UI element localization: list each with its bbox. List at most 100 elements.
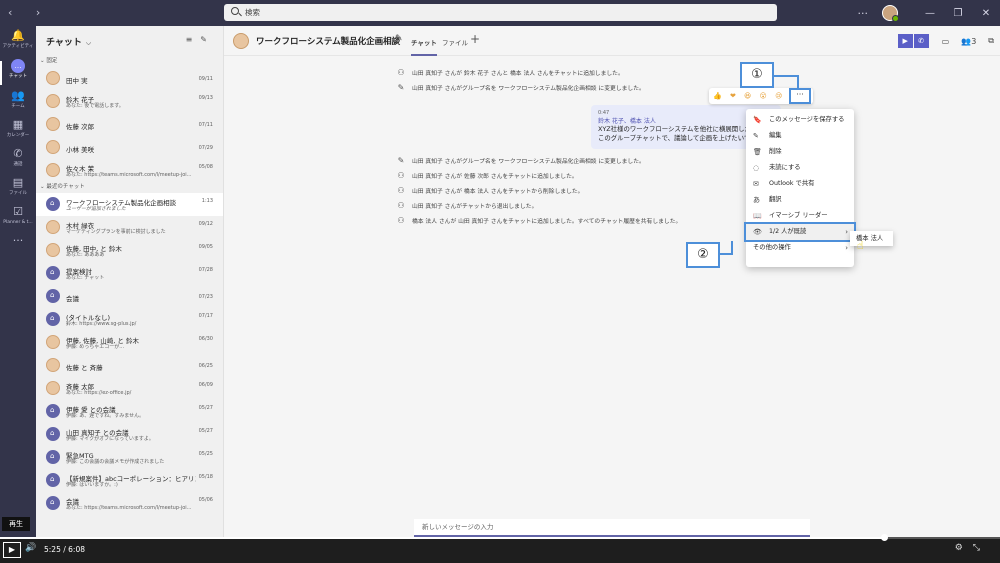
chat-date: 09/13 — [198, 95, 213, 101]
rail-teams[interactable]: 👥 チーム — [0, 89, 36, 117]
menu-edit[interactable]: ✎ 編集 — [746, 128, 854, 144]
chat-date: 07/11 — [198, 122, 213, 128]
video-player-bar: ▶ 🔊 5:25 / 6:08 ⚙⤡ — [0, 534, 1000, 563]
section-pinned[interactable]: ⌄ 固定 — [36, 56, 223, 67]
filter-icon[interactable]: ≡ — [186, 35, 201, 44]
conversation-pane: ワークフローシステム製品化企画相談 ✎ チャット ファイル + ▶ ✆ ▭ 👥3… — [224, 26, 1000, 537]
tab-files[interactable]: ファイル — [442, 37, 468, 47]
chat-list-item[interactable]: 斉藤 太郎 あなた: https://ez-office.jp/06/09 — [36, 377, 223, 400]
search-input[interactable]: 検索 — [224, 4, 777, 21]
chat-list-item[interactable]: 【新規案件】abcコーポレーション：ヒアリン...伊藤: はいいますか。:)05… — [36, 469, 223, 492]
chat-list-item[interactable]: 佐藤, 田中, と 鈴木 あなた: ああああ 09/05 — [36, 239, 223, 262]
exit-fullscreen-icon[interactable]: ⤡ — [973, 543, 990, 553]
chat-list-item[interactable]: 伊藤 愛 との会議伊藤: あ、遅ですね。すみません。05/27 — [36, 400, 223, 423]
menu-mark-unread[interactable]: ◌ 未読にする — [746, 160, 854, 176]
menu-more-actions[interactable]: その他の操作 › — [746, 240, 854, 256]
rail-files[interactable]: ▤ ファイル — [0, 176, 36, 204]
share-screen-icon[interactable]: ▭ — [942, 37, 950, 46]
chat-preview: 伊藤: あ、遅ですね。すみません。 — [66, 413, 145, 419]
chat-list-item[interactable]: 伊藤, 佐藤, 山崎, と 鈴木 伊藤: めっちゃエコーが... 06/30 — [36, 331, 223, 354]
video-call-button[interactable]: ▶ — [897, 34, 913, 48]
chat-list-item[interactable]: 山田 真知子 との会議伊藤: マイクがオフになっていますよ。05/27 — [36, 423, 223, 446]
chat-list-item[interactable]: 佐藤 と 斉藤 06/25 — [36, 354, 223, 377]
avatar — [46, 381, 60, 395]
search-placeholder: 検索 — [245, 8, 260, 17]
rename-pencil-icon[interactable]: ✎ — [395, 34, 403, 44]
audio-call-button[interactable]: ✆ — [913, 34, 929, 48]
avatar — [46, 94, 60, 108]
progress-knob[interactable] — [881, 534, 888, 541]
chat-list-item[interactable]: 田中 実 09/11 — [36, 67, 223, 90]
chat-date: 07/29 — [198, 145, 213, 151]
avatar — [46, 163, 60, 177]
system-message: ⚇ 山田 真知子 さんがチャットから退出しました。 — [394, 200, 537, 212]
rail-chat[interactable]: … チャット — [0, 59, 36, 87]
volume-icon[interactable]: 🔊 — [25, 543, 36, 553]
unread-icon: ◌ — [753, 164, 760, 172]
more-options-button[interactable]: ··· — [858, 7, 869, 20]
add-tab-button[interactable]: + — [470, 32, 480, 46]
chat-list-item[interactable]: ワークフローシステム製品化企画相談ユーザーが追加されました1:13 — [36, 193, 223, 216]
avatar — [46, 312, 60, 326]
rail-planner[interactable]: ☑ Planner & t... — [0, 205, 36, 233]
outlook-icon: ✉ — [753, 180, 759, 188]
chat-preview: あなた: https://teams.microsoft.com/l/meetu… — [66, 505, 192, 511]
avatar — [46, 404, 60, 418]
restore-button[interactable]: ❐ — [944, 8, 972, 19]
chat-list-item[interactable]: 鈴木 花子 あなた: 後で電話します。 09/13 — [36, 90, 223, 113]
profile-avatar[interactable] — [882, 5, 899, 22]
minimize-button[interactable]: — — [916, 8, 944, 19]
section-recent[interactable]: ⌄ 最近のチャット — [36, 182, 223, 193]
chat-list-item[interactable]: 木村 緑衣 マーケティングプランを事前に検討しました 09/12 — [36, 216, 223, 239]
menu-save-message[interactable]: 🔖 このメッセージを保存する — [746, 112, 854, 128]
chat-preview: 伊藤: マイクがオフになっていますよ。 — [66, 436, 154, 442]
chat-list-item[interactable]: (タイトルなし)鈴木: https://www.sg-plus.jp/07/17 — [36, 308, 223, 331]
progress-bar[interactable] — [0, 534, 1000, 541]
pencil-icon: ✎ — [753, 132, 759, 140]
chat-list-item[interactable]: 佐藤 次郎 07/11 — [36, 113, 223, 136]
message-more-button[interactable]: ··· — [789, 88, 811, 104]
chat-list-item[interactable]: 小林 美咲 07/29 — [36, 136, 223, 159]
avatar — [46, 266, 60, 280]
rail-calls[interactable]: ✆ 通話 — [0, 147, 36, 175]
people-add-icon: ⚇ — [397, 171, 405, 180]
page-title: ワークフローシステム製品化企画相談 — [256, 37, 401, 47]
compose-input[interactable]: 新しいメッセージの入力 — [414, 519, 810, 537]
chat-name: 佐藤 次郎 — [66, 123, 95, 131]
menu-immersive-reader[interactable]: 📖 イマーシブ リーダー — [746, 208, 854, 224]
chat-date: 09/11 — [198, 76, 213, 82]
menu-share-outlook[interactable]: ✉ Outlook で共有 — [746, 176, 854, 192]
system-message: ✎ 山田 真知子 さんがグループ名を ワークフローシステム製品化企画相談 に変更し… — [394, 82, 645, 94]
chat-date: 05/18 — [198, 474, 213, 480]
chat-date: 05/27 — [198, 405, 213, 411]
group-avatar — [233, 33, 249, 49]
chat-list-item[interactable]: 会議 07/23 — [36, 285, 223, 308]
chat-list-item[interactable]: 緊急MTG伊藤: この会議の会議メモが作成されました05/25 — [36, 446, 223, 469]
settings-icon[interactable]: ⚙ — [955, 543, 973, 553]
chat-list-item[interactable]: 提案検討あなた: チャット07/28 — [36, 262, 223, 285]
more-icon: ··· — [12, 234, 24, 247]
callout-two: ② — [686, 242, 720, 268]
new-chat-icon[interactable]: ✎ — [200, 35, 215, 44]
chat-list-item[interactable]: 佐々木 茉あなた: https://teams.microsoft.com/l/… — [36, 159, 223, 182]
menu-delete[interactable]: 🗑 削除 — [746, 144, 854, 160]
participants-button[interactable]: 👥3 — [961, 37, 976, 46]
play-button[interactable]: ▶ — [3, 542, 21, 558]
menu-read-receipts[interactable]: 👁 1/2 人が既読 › — [744, 222, 856, 242]
chat-preview: ユーザーが追加されました — [66, 206, 126, 212]
system-message: ✎ 山田 真知子 さんがグループ名を ワークフローシステム製品化企画相談 に変更し… — [394, 155, 645, 167]
pop-out-icon[interactable]: ⧉ — [988, 36, 994, 46]
chat-preview: あなた: ああああ — [66, 252, 105, 258]
rail-more[interactable]: ··· — [0, 234, 36, 262]
tab-chat[interactable]: チャット — [411, 37, 437, 56]
callout-connector — [731, 241, 733, 255]
rail-activity[interactable]: 🔔 アクティビティ — [0, 29, 36, 57]
menu-translate[interactable]: あ翻訳 — [746, 192, 854, 208]
chat-preview: 伊藤: はいいますか。:) — [66, 482, 118, 488]
history-nav[interactable]: ‹ › — [8, 6, 50, 19]
rail-calendar[interactable]: ▦ カレンダー — [0, 118, 36, 146]
chat-list-item[interactable]: 会議あなた: https://teams.microsoft.com/l/mee… — [36, 492, 223, 515]
close-button[interactable]: ✕ — [972, 8, 1000, 19]
chat-list-title[interactable]: チャット ⌵ — [46, 35, 91, 48]
calendar-icon: ▦ — [12, 118, 24, 131]
